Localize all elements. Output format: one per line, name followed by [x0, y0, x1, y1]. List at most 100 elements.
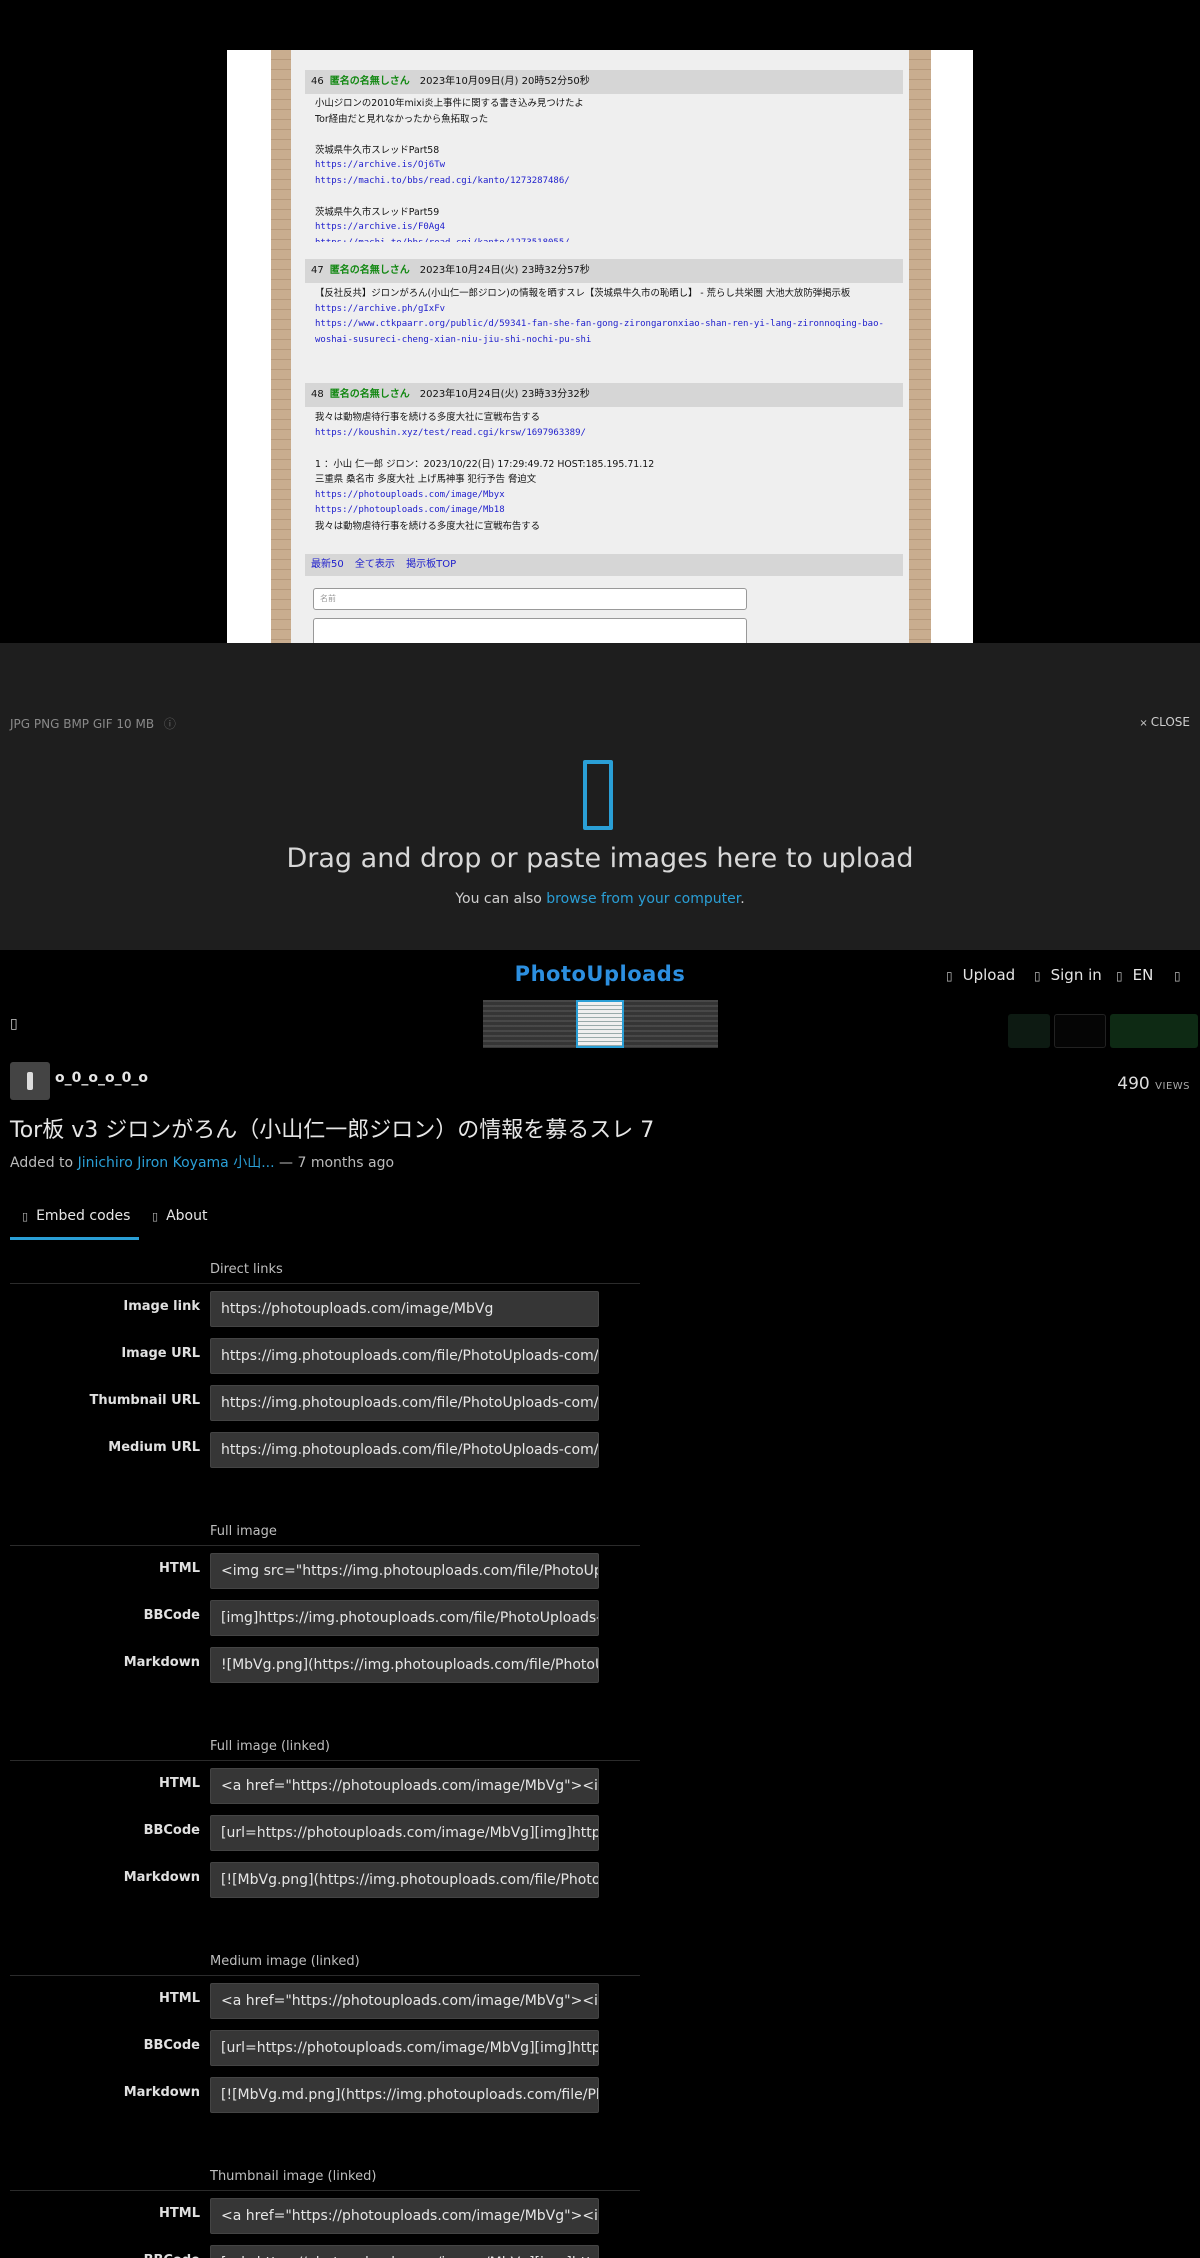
post-text-line: 【反社反共】ジロンがろん(小山仁一郎ジロン)の情報を晒すスレ【茨城県牛久市の恥晒… — [315, 288, 851, 299]
browse-hint: You can also browse from your computer. — [455, 891, 745, 907]
post-link[interactable]: https://archive.is/F0Ag4 — [315, 220, 903, 236]
post-text-line: 茨城県牛久市スレッドPart59 — [315, 206, 440, 218]
menu-icon: ▯ — [1174, 969, 1181, 983]
embed-code-field[interactable]: [url=https://photouploads.com/image/MbVg… — [210, 2030, 599, 2066]
thread-nav-top: 掲示板TOP — [406, 559, 457, 570]
signin-nav-button[interactable]: ▯ Sign in — [1034, 966, 1102, 984]
embed-section-title: Full image — [210, 1524, 277, 1539]
embed-section-heading: Medium image (linked) — [10, 1954, 640, 1976]
info-small-icon: ⓘ — [163, 717, 176, 731]
embed-code-field[interactable]: <a href="https://photouploads.com/image/… — [210, 2198, 599, 2234]
album-info: Added to Jinichiro Jiron Koyama 小山... — … — [10, 1155, 395, 1171]
post-text-line: Tor経由だと見れなかったから魚拓取った — [315, 113, 489, 125]
user-icon: ▯ — [1034, 969, 1041, 983]
post-text-line: 小山ジロンの2010年mixi炎上事件に関する書き込み見つけたよ — [315, 98, 584, 109]
embed-code-field[interactable]: [url=https://photouploads.com/image/MbVg… — [210, 2245, 599, 2258]
embed-code-field[interactable]: https://photouploads.com/image/MbVg — [210, 1291, 599, 1327]
drag-drop-text: Drag and drop or paste images here to up… — [286, 843, 914, 874]
brick-border-right — [909, 50, 931, 643]
embed-code-field[interactable]: [![MbVg.png](https://img.photouploads.co… — [210, 1862, 599, 1898]
post-date: 2023年10月24日(火) 23時32分57秒 — [419, 265, 590, 276]
embed-code-field[interactable]: https://img.photouploads.com/file/PhotoU… — [210, 1432, 599, 1468]
embed-row-label: Thumbnail URL — [89, 1393, 200, 1408]
embed-row-label: HTML — [159, 1991, 200, 2006]
language-icon: ▯ — [1116, 969, 1123, 983]
upload-panel[interactable]: JPG PNG BMP GIF 10 MB ⓘ × CLOSE Drag and … — [0, 643, 1200, 950]
post-link[interactable]: https://machi.to/bbs/read.cgi/kanto/1273… — [315, 174, 903, 190]
thread-nav-all: 全て表示 — [354, 559, 395, 570]
thumbnail[interactable] — [483, 1000, 527, 1048]
album-link[interactable]: Jinichiro Jiron Koyama 小山... — [78, 1155, 275, 1171]
post-link[interactable]: https://koushin.xyz/test/read.cgi/krsw/1… — [315, 426, 903, 442]
embed-code-field[interactable]: ![MbVg.png](https://img.photouploads.com… — [210, 1647, 599, 1683]
view-count: 490 VIEWS — [1117, 1074, 1190, 1094]
post-link[interactable]: https://photouploads.com/image/Mb18 — [315, 503, 903, 519]
share-button[interactable] — [1110, 1014, 1198, 1048]
embed-code-field[interactable]: https://img.photouploads.com/file/PhotoU… — [210, 1385, 599, 1421]
post-number: 48 — [311, 389, 324, 400]
embed-row-label: Medium URL — [108, 1440, 200, 1455]
embed-code-field[interactable]: <a href="https://photouploads.com/image/… — [210, 1768, 599, 1804]
post-date: 2023年10月24日(火) 23時33分32秒 — [419, 389, 590, 400]
embed-row-label: HTML — [159, 2206, 200, 2221]
post-text-line — [315, 441, 903, 457]
uploaded-image[interactable]: 46 匿名の名無しさん 2023年10月09日(月) 20時52分50秒 小山ジロンの… — [227, 50, 973, 643]
embed-section-title: Full image (linked) — [210, 1739, 330, 1754]
post-text-line: 我々は動物虐待行事を続ける多度大社に宣戦布告する — [315, 520, 541, 532]
poster-name: 匿名の名無しさん — [329, 265, 410, 276]
thread-nav-bar: 最新50 全て表示 掲示板TOP — [305, 554, 903, 576]
upload-formats: JPG PNG BMP GIF 10 MB ⓘ — [10, 717, 176, 731]
embed-code-field[interactable]: [![MbVg.md.png](https://img.photouploads… — [210, 2077, 599, 2113]
language-selector[interactable]: ▯ EN — [1116, 966, 1153, 984]
thread-post-body: 我々は動物虐待行事を続ける多度大社に宣戦布告する https://koushin.… — [315, 410, 903, 532]
tab-about[interactable]: ▯ About — [152, 1196, 252, 1240]
embed-code-field[interactable]: https://img.photouploads.com/file/PhotoU… — [210, 1338, 599, 1374]
post-link[interactable]: https://archive.is/Oj6Tw — [315, 158, 903, 174]
close-icon: × — [1139, 718, 1148, 729]
next-icon[interactable] — [1054, 1014, 1106, 1048]
embed-section-heading: Full image — [10, 1524, 640, 1546]
thread-post-header: 46 匿名の名無しさん 2023年10月09日(月) 20時52分50秒 — [305, 70, 903, 94]
thread-nav-latest: 最新50 — [311, 559, 344, 570]
thumbnail[interactable] — [624, 1000, 671, 1048]
thumbnail[interactable] — [527, 1000, 576, 1048]
embed-code-field[interactable]: [url=https://photouploads.com/image/MbVg… — [210, 1815, 599, 1851]
embed-section-heading: Direct links — [10, 1262, 640, 1284]
uploader-username[interactable]: o_0_o_o_0_o — [55, 1070, 148, 1086]
info-icon: ▯ — [152, 1210, 159, 1223]
upload-nav-button[interactable]: ▯ Upload — [946, 966, 1015, 984]
menu-button[interactable]: ▯ — [1174, 966, 1191, 984]
site-logo[interactable]: PhotoUploads — [0, 962, 1200, 986]
post-date: 2023年10月09日(月) 20時52分50秒 — [419, 76, 590, 87]
post-text-line: 三重県 桑名市 多度大社 上げ馬神事 犯行予告 脅迫文 — [315, 474, 537, 485]
post-link[interactable]: https://www.ctkpaarr.org/public/d/59341-… — [315, 317, 903, 348]
thread-post-header: 47 匿名の名無しさん 2023年10月24日(火) 23時32分57秒 — [305, 259, 903, 283]
post-link[interactable]: https://archive.ph/gIxFv — [315, 302, 903, 318]
post-number: 47 — [311, 265, 324, 276]
prev-icon[interactable] — [1008, 1014, 1050, 1048]
code-icon: ▯ — [22, 1210, 29, 1223]
avatar-user-icon[interactable] — [10, 1062, 50, 1100]
embed-code-field[interactable]: <img src="https://img.photouploads.com/f… — [210, 1553, 599, 1589]
browse-computer-link[interactable]: browse from your computer — [546, 891, 740, 907]
post-link[interactable]: https://photouploads.com/image/Mbyx — [315, 488, 903, 504]
embed-row-label: HTML — [159, 1776, 200, 1791]
thumbnail[interactable] — [671, 1000, 718, 1048]
info-icon[interactable]: ▯ — [10, 1016, 18, 1032]
post-link[interactable]: https://machi.to/bbs/read.cgi/kanto/1273… — [315, 236, 903, 243]
embed-row-label: BBCode — [10, 2253, 200, 2258]
close-upload-button[interactable]: × CLOSE — [1139, 715, 1190, 729]
thread-content: 46 匿名の名無しさん 2023年10月09日(月) 20時52分50秒 小山ジロンの… — [291, 50, 909, 643]
embed-section-title: Medium image (linked) — [210, 1954, 360, 1969]
thumbnail-current[interactable] — [576, 1000, 624, 1048]
post-number: 46 — [311, 76, 324, 87]
tab-embed-codes[interactable]: ▯ Embed codes — [10, 1196, 139, 1240]
image-viewer: 46 匿名の名無しさん 2023年10月09日(月) 20時52分50秒 小山ジロンの… — [0, 0, 1200, 643]
embed-row-label: Image link — [123, 1299, 200, 1314]
embed-row-label: BBCode — [143, 1823, 200, 1838]
thread-message-field — [313, 618, 747, 643]
image-title: Tor板 v3 ジロンがろん（小山仁一郎ジロン）の情報を募るスレ 7 — [10, 1118, 655, 1143]
embed-code-field[interactable]: [img]https://img.photouploads.com/file/P… — [210, 1600, 599, 1636]
embed-code-field[interactable]: <a href="https://photouploads.com/image/… — [210, 1983, 599, 2019]
post-text-line — [315, 127, 903, 143]
